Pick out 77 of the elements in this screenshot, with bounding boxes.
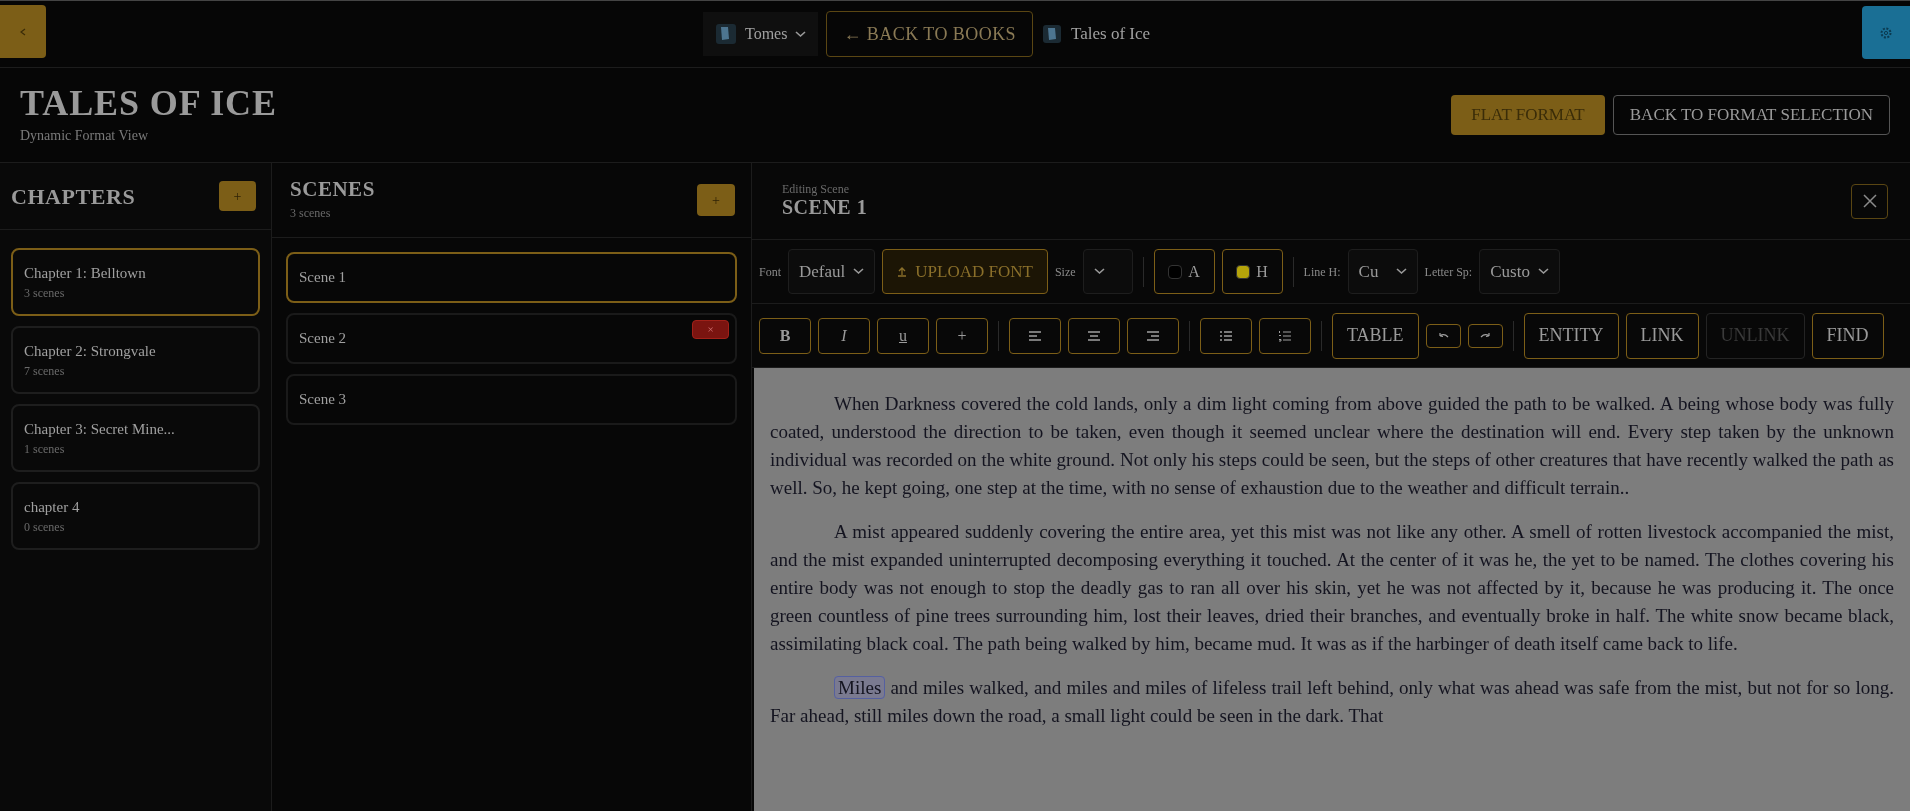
back-to-books-button[interactable]: ← BACK TO BOOKS [826, 11, 1034, 57]
select-field[interactable]: Cu [1347, 249, 1418, 294]
story-paragraph: A mist appeared suddenly covering the entire area, yet this mist was not like any other. A smell of rotten livestock accompanied the mist, and the mist expanded uninterrupted decomposing everything it touched. At the center of it was he, the yet to be named. The clothes covering his entire body was not enough to stop the deadly gas to ran all over his skin, yet he was not affected by it, because he was producing it. The once green countless of pine trees surrounding him, lost their leaves, dried their branches, and eventually broke in half. The white snow became black, assimilating black coal. The path being walked by him, became mud. It was as if the harbinger of death itself came back to life. [770, 520, 1894, 656]
toolbar-button[interactable]: LINK [1625, 312, 1699, 359]
toolbar-label: Size [1054, 263, 1076, 281]
chapter-name: Chapter 3: Secret Mine... [24, 419, 176, 439]
align-right-icon [1146, 329, 1160, 342]
chevron-icon [1395, 268, 1407, 275]
book-icon [715, 23, 737, 45]
color-button[interactable]: A [1153, 249, 1215, 294]
undo-icon [1436, 331, 1450, 340]
undo-button[interactable] [1425, 323, 1461, 348]
view-subtitle: Dynamic Format View [20, 126, 149, 145]
align-right-button[interactable] [1127, 317, 1179, 354]
toolbar-button[interactable]: TABLE [1332, 312, 1419, 359]
chapter-scene-count: 0 scenes [24, 519, 66, 537]
chevron-icon [853, 268, 865, 275]
settings-icon [1879, 25, 1893, 40]
format-underline-button[interactable]: u [877, 317, 929, 354]
scene-count: 3 scenes [290, 204, 332, 222]
book-heading: TALES OF ICE [20, 84, 277, 121]
close-button[interactable] [1851, 183, 1888, 219]
toolbar-label: Line H: [1303, 263, 1341, 281]
scene-name: Scene 2 [299, 329, 347, 349]
upload-icon [897, 266, 908, 277]
toolbar-label: Font [759, 263, 781, 281]
entity-link[interactable]: Miles [834, 676, 886, 699]
redo-icon [1478, 331, 1492, 340]
chapter-card[interactable]: Chapter 2: Strongvale 7 scenes [11, 326, 260, 394]
chapter-card[interactable]: Chapter 3: Secret Mine... 1 scenes [11, 404, 260, 472]
chevron-icon [1537, 268, 1549, 275]
toolbar-button[interactable]: ENTITY [1523, 312, 1619, 359]
chapter-scene-count: 7 scenes [24, 363, 66, 381]
scene-heading: SCENE 1 [782, 195, 868, 220]
story-paragraph: When Darkness covered the cold lands, only a dim light coming from above guided the path to be walked. A being whose body was fully coated, understood the direction to be taken, even though it seemed unclear where the destination will end. Every step taken by the unknown individual was recorded on the white ground. Not only his steps could be seen, but the steps of other creatures that have recently walked the path as well. So, he kept going, one step at the time, with no sense of exhaustion due to the weather and difficult terrain.. [770, 392, 1894, 500]
chapter-name: chapter 4 [24, 497, 81, 517]
align-left-icon [1028, 329, 1042, 342]
select-field[interactable] [1082, 249, 1133, 294]
format-insert-button[interactable]: + [936, 317, 988, 354]
bullet-list-icon [1219, 329, 1233, 342]
align-left-button[interactable] [1009, 317, 1061, 354]
chevron-icon [1093, 268, 1105, 275]
numbered-list-icon [1278, 329, 1292, 342]
chapter-card[interactable]: Chapter 1: Belltown 3 scenes [11, 248, 260, 316]
format-italic-button[interactable]: I [818, 317, 870, 354]
scene-name: Scene 3 [299, 390, 347, 410]
scene-card[interactable]: Scene 3 [286, 374, 737, 425]
book-icon [1041, 23, 1064, 45]
chapter-scene-count: 1 scenes [24, 441, 66, 459]
toolbar-button[interactable]: FIND [1811, 312, 1884, 359]
format-bold-button[interactable]: B [759, 317, 811, 354]
color-button[interactable]: H [1221, 249, 1283, 294]
chevron-icon [795, 30, 807, 38]
align-center-button[interactable] [1068, 317, 1120, 354]
align-center-icon [1087, 329, 1101, 342]
chapters-heading: CHAPTERS [11, 182, 136, 211]
scene-card[interactable]: Scene 1 [286, 252, 737, 303]
select-field[interactable]: Custo [1479, 249, 1560, 294]
chapter-name: Chapter 1: Belltown [24, 263, 147, 283]
chapter-name: Chapter 2: Strongvale [24, 341, 157, 361]
redo-button[interactable] [1467, 323, 1503, 348]
numbered-list-button[interactable] [1259, 317, 1311, 354]
toolbar-label: Letter Sp: [1424, 263, 1473, 281]
scene-name: Scene 1 [299, 268, 347, 288]
editor-caption: Editing Scene [782, 182, 850, 195]
chapter-card[interactable]: chapter 4 0 scenes [11, 482, 260, 550]
scenes-heading: SCENES [290, 178, 375, 200]
book-title: Tales of Ice [1071, 23, 1151, 46]
upload-font-button[interactable]: UPLOAD FONT [882, 249, 1048, 294]
library-dropdown[interactable]: Tomes [703, 12, 819, 56]
chapter-scene-count: 3 scenes [24, 285, 66, 303]
select-field[interactable]: Defaul [788, 249, 876, 294]
close-icon [1861, 193, 1878, 209]
scene-card[interactable]: Scene 2 × [286, 313, 737, 364]
bullet-list-button[interactable] [1200, 317, 1252, 354]
story-paragraph: Miles and miles walked, and miles and miles of lifeless trail left behind, only what was ahead was safe from the mist, but not for so long. Far ahead, still miles down the road, a small light could be seen in the dark. That [770, 675, 1894, 728]
format-button[interactable]: BACK TO FORMAT SELECTION [1612, 95, 1890, 135]
